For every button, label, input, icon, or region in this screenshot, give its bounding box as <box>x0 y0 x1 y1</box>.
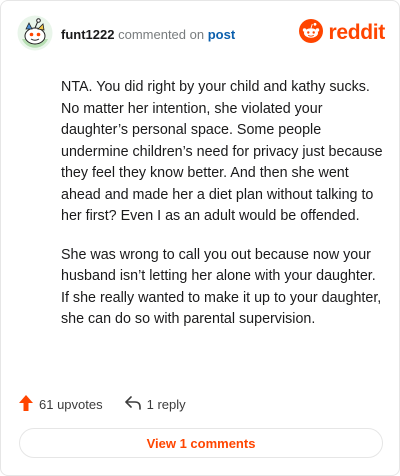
comment-body: NTA. You did right by your child and kat… <box>61 77 383 348</box>
action-text: commented on <box>118 27 205 42</box>
comment-card: funt1222 commented on post reddit NTA. Y… <box>0 0 400 476</box>
upvote-count: 61 upvotes <box>39 396 103 412</box>
post-link[interactable]: post <box>208 27 235 42</box>
reddit-brand[interactable]: reddit <box>299 18 385 48</box>
comment-header: funt1222 commented on post reddit <box>17 15 385 51</box>
brand-wordmark: reddit <box>328 21 385 44</box>
comment-byline: funt1222 commented on post <box>61 27 235 42</box>
upvote-arrow-icon <box>19 394 39 414</box>
reddit-logo-icon <box>299 18 324 48</box>
upvote-button[interactable]: 61 upvotes <box>19 394 103 414</box>
comment-paragraph: NTA. You did right by your child and kat… <box>61 79 383 224</box>
reply-arrow-icon <box>124 395 147 413</box>
user-avatar-icon[interactable] <box>17 15 53 51</box>
comment-paragraph: She was wrong to call you out because no… <box>61 246 382 328</box>
comment-actions: 61 upvotes 1 reply <box>19 394 208 414</box>
username[interactable]: funt1222 <box>61 27 114 42</box>
reply-button[interactable]: 1 reply <box>124 395 186 413</box>
reply-count: 1 reply <box>146 396 186 412</box>
view-comments-button[interactable]: View 1 comments <box>19 428 383 458</box>
